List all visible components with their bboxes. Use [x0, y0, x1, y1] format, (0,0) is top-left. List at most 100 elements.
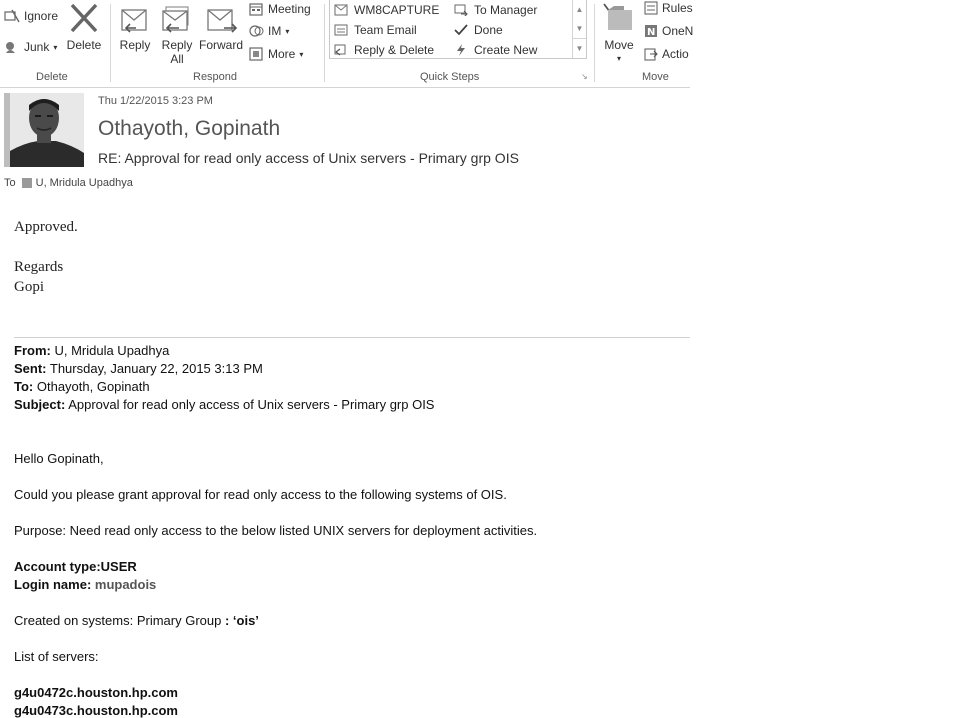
group-separator: [594, 4, 595, 82]
quick-step-label: Done: [474, 23, 503, 37]
quick-step-label: To Manager: [474, 3, 538, 17]
group-separator: [324, 4, 325, 82]
ignore-button[interactable]: Ignore: [4, 9, 58, 23]
quoted-from-label: From:: [14, 343, 51, 358]
move-dropdown-icon[interactable]: ▾: [600, 52, 638, 66]
onenote-label: OneN: [662, 24, 694, 38]
rules-label: Rules: [662, 1, 693, 15]
gallery-scroll-down-icon[interactable]: ▼: [572, 19, 586, 38]
quoted-to-value: Othayoth, Gopinath: [33, 379, 150, 394]
message-subject: RE: Approval for read only access of Uni…: [98, 150, 519, 166]
quoted-to-label: To:: [14, 379, 34, 394]
quick-step-label: Team Email: [354, 23, 417, 37]
more-label: More: [268, 47, 296, 61]
gallery-expand-icon[interactable]: ▼: [572, 38, 586, 58]
actions-button[interactable]: Actio: [644, 47, 689, 61]
reply-label: Reply: [119, 38, 151, 52]
quick-step-label: Reply & Delete: [354, 43, 435, 57]
actions-icon: [644, 48, 658, 61]
account-type-line: Account type:USER: [14, 559, 137, 574]
reply-icon: [121, 9, 147, 33]
rules-button[interactable]: Rules: [644, 1, 693, 15]
more-dropdown-icon[interactable]: ▾: [299, 50, 303, 59]
junk-icon: [6, 42, 15, 53]
delete-group-label: Delete: [36, 71, 68, 83]
gallery-scroll-up-icon[interactable]: ▲: [572, 0, 586, 19]
im-button[interactable]: IM ▾: [249, 24, 289, 38]
delete-button[interactable]: Delete: [64, 2, 104, 52]
reply-approved: Approved.: [14, 219, 78, 235]
onenote-button[interactable]: N OneN: [644, 24, 693, 38]
quoted-greeting: Hello Gopinath,: [14, 451, 104, 466]
login-name-line: Login name: mupadois: [14, 577, 156, 592]
junk-dropdown-icon[interactable]: ▾: [53, 43, 57, 52]
dialog-launcher-icon[interactable]: ↘: [581, 72, 588, 81]
quoted-sent-label: Sent:: [14, 361, 47, 376]
quoted-subject-value: Approval for read only access of Unix se…: [65, 397, 435, 412]
rules-icon: [644, 1, 658, 15]
sender-photo: [4, 93, 84, 167]
reply-all-label-1: Reply: [161, 38, 193, 52]
delete-label: Delete: [66, 38, 102, 52]
reply-all-button[interactable]: Reply All: [158, 2, 196, 66]
server-item: g4u0472c.houston.hp.com: [14, 685, 178, 700]
quick-step-create-new[interactable]: Create New: [454, 43, 537, 57]
recipient-name[interactable]: U, Mridula Upadhya: [36, 177, 133, 189]
quoted-purpose: Purpose: Need read only access to the be…: [14, 523, 538, 538]
quoted-to: To: Othayoth, Gopinath: [14, 379, 150, 394]
reply-regards: Regards: [14, 259, 64, 275]
reply-all-label-2: All: [170, 52, 184, 66]
login-name-value: mupadois: [94, 577, 157, 592]
quick-step-wm8capture[interactable]: WM8CAPTURE: [334, 3, 439, 17]
sender-name[interactable]: Othayoth, Gopinath: [98, 117, 280, 141]
quick-step-to-manager[interactable]: To Manager: [454, 3, 537, 17]
im-icon: [249, 25, 264, 37]
quoted-from: From: U, Mridula Upadhya: [14, 343, 169, 358]
team-email-icon: [334, 24, 348, 36]
more-button[interactable]: More ▾: [249, 47, 303, 61]
message-date: Thu 1/22/2015 3:23 PM: [98, 95, 213, 107]
quick-step-done[interactable]: Done: [454, 23, 503, 37]
quick-step-label: Create New: [474, 43, 538, 57]
quoted-request: Could you please grant approval for read…: [14, 487, 507, 502]
im-dropdown-icon[interactable]: ▾: [285, 27, 289, 36]
to-manager-icon: [454, 4, 468, 16]
delete-icon: [70, 3, 98, 33]
created-on-text: Created on systems: Primary Group: [14, 613, 225, 628]
respond-group-label: Respond: [193, 71, 238, 83]
reply-signature: Gopi: [14, 279, 44, 295]
forward-button[interactable]: Forward: [198, 2, 244, 52]
quoted-subject-label: Subject:: [14, 397, 66, 412]
quick-steps-gallery: WM8CAPTURE Team Email Reply & Delete To …: [329, 0, 587, 59]
actions-label: Actio: [662, 47, 689, 61]
quoted-sent-value: Thursday, January 22, 2015 3:13 PM: [46, 361, 263, 376]
junk-button[interactable]: Junk ▾: [4, 40, 57, 54]
forward-icon: [207, 9, 238, 33]
im-label: IM: [268, 24, 282, 38]
reply-button[interactable]: Reply: [116, 2, 154, 52]
to-label: To: [4, 177, 16, 189]
created-on-group: : ‘ois’: [224, 613, 259, 628]
quick-step-reply-delete[interactable]: Reply & Delete: [334, 43, 434, 57]
meeting-button[interactable]: Meeting: [249, 2, 311, 16]
presence-icon: [21, 178, 32, 188]
quote-divider: [14, 337, 690, 338]
envelope-icon: [334, 4, 348, 16]
junk-label: Junk: [24, 40, 50, 54]
lightning-icon: [457, 44, 465, 56]
svg-text:N: N: [647, 27, 655, 38]
servers-label: List of servers:: [14, 649, 99, 664]
forward-label: Forward: [198, 38, 243, 52]
quick-steps-group-label: Quick Steps: [420, 71, 480, 83]
reply-delete-icon: [334, 44, 346, 56]
move-icon: [603, 3, 632, 30]
account-type-value: USER: [100, 559, 137, 574]
quick-step-team-email[interactable]: Team Email: [334, 23, 417, 37]
ignore-label: Ignore: [24, 9, 59, 23]
sender-avatar: [4, 93, 84, 167]
login-name-label: Login name:: [14, 577, 95, 592]
ribbon: Ignore Junk ▾ Delete Delete Reply Reply …: [0, 0, 693, 88]
quoted-sent: Sent: Thursday, January 22, 2015 3:13 PM: [14, 361, 263, 376]
reply-all-icon: [162, 6, 189, 33]
move-button[interactable]: Move ▾: [600, 2, 638, 66]
